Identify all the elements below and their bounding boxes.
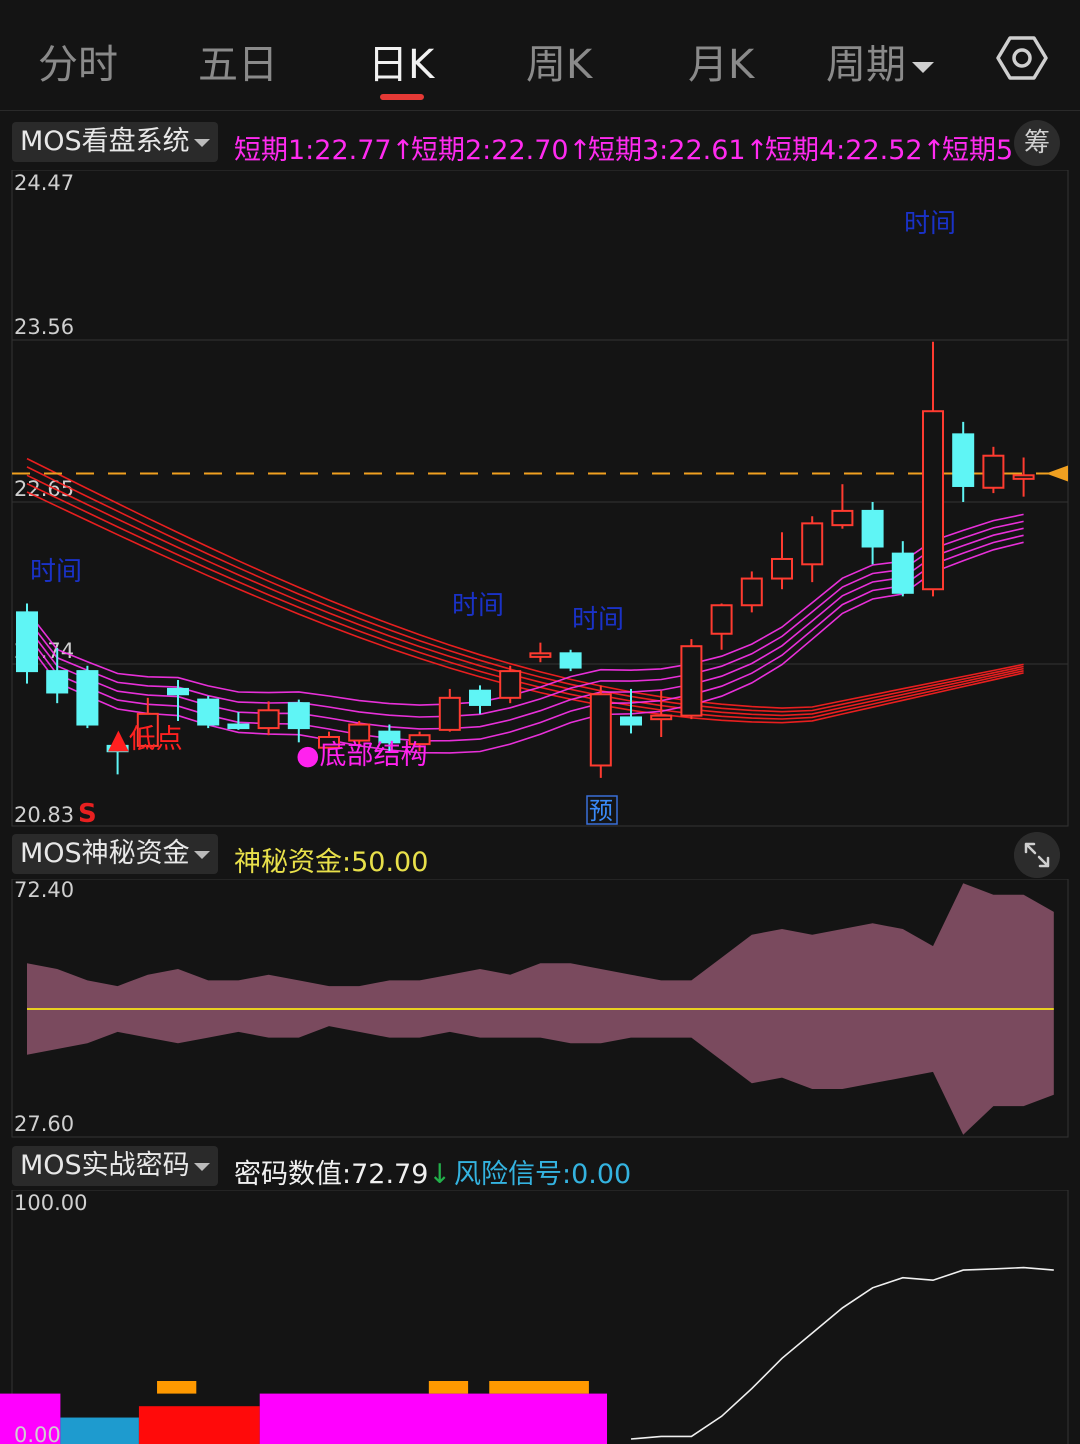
long-ma-line <box>26 466 1024 713</box>
expand-arrows-icon[interactable] <box>1014 832 1060 878</box>
y-tick-label: 20.83 <box>14 803 74 827</box>
main-panel-header: MOS看盘系统 短期1:22.77↑ 短期2:22.70↑ 短期3:22.61↑… <box>0 118 1080 166</box>
candle-body <box>46 670 69 694</box>
candle-body <box>982 454 1005 489</box>
bottom-structure-label: ●底部结构 <box>296 740 428 771</box>
candle-body <box>227 723 250 730</box>
code-bar <box>428 1381 469 1394</box>
current-price-marker-icon <box>1046 465 1068 482</box>
risk-signal-legend: 风险信号:0.00 <box>454 1159 632 1190</box>
tab-monthly-k[interactable]: 月K <box>688 32 754 90</box>
candle-body <box>348 723 371 742</box>
candle-body <box>589 693 612 767</box>
fund-indicator-dropdown[interactable]: MOS神秘资金 <box>12 834 218 874</box>
fund-area-chart[interactable]: 72.40 27.60 <box>0 879 1080 1139</box>
code-bar <box>138 1406 260 1444</box>
candle-body <box>680 645 703 717</box>
period-tabs: 分时 五日 日K 周K 月K 周期 <box>0 0 1080 111</box>
candle-body <box>499 670 522 699</box>
candle-body <box>438 696 461 731</box>
candle-body <box>529 652 552 658</box>
legend-short-4: 短期4:22.52↑ <box>765 135 946 166</box>
code-bar <box>259 1393 608 1444</box>
y-tick-label: 72.40 <box>14 879 74 902</box>
chip-distribution-button[interactable]: 筹 <box>1014 120 1060 166</box>
candle-body <box>559 652 582 669</box>
candle-body <box>891 552 914 594</box>
code-bar <box>489 1381 589 1394</box>
legend-short-1: 短期1:22.77↑ <box>234 135 415 166</box>
chevron-down-icon <box>193 850 210 859</box>
active-tab-indicator <box>380 94 424 100</box>
arrow-down-icon: ↓ <box>428 1159 452 1190</box>
code-bar <box>157 1381 197 1394</box>
y-tick-label: 0.00 <box>14 1423 61 1444</box>
time-label: 时间 <box>904 209 956 239</box>
y-tick-label: 23.56 <box>14 315 74 339</box>
y-tick-label: 100.00 <box>14 1191 87 1215</box>
candle-body <box>16 611 38 673</box>
low-point-label: ▲低点 <box>108 724 183 755</box>
fund-indicator-label: MOS神秘资金 <box>20 838 190 869</box>
candle-body <box>740 577 763 607</box>
y-tick-label: 24.47 <box>14 171 74 195</box>
chevron-down-icon <box>912 61 934 73</box>
candle-body <box>801 522 824 566</box>
candlestick-chart[interactable]: 24.4723.5622.6521.7420.83▲低点●底部结构时间时间 时间时… <box>0 170 1080 828</box>
candle-body <box>287 702 310 730</box>
candle-body <box>952 433 975 487</box>
fund-panel-header: MOS神秘资金 神秘资金:50.00 <box>0 830 1080 878</box>
tab-five-day[interactable]: 五日 <box>198 32 278 90</box>
candle-body <box>469 689 491 706</box>
candle-body <box>650 714 673 721</box>
candle-body <box>620 716 642 726</box>
tab-intraday[interactable]: 分时 <box>38 32 118 90</box>
sell-signal-label: S <box>78 799 97 828</box>
code-value-legend: 密码数值:72.79↓ <box>234 1152 451 1191</box>
legend-short-3: 短期3:22.61↑ <box>588 135 769 166</box>
short-ma-line <box>26 520 1024 718</box>
gear-hexagon-icon[interactable] <box>996 34 1048 82</box>
candle-body <box>1012 474 1035 480</box>
main-indicator-label: MOS看盘系统 <box>20 126 190 157</box>
time-label: 时间 <box>572 605 624 635</box>
main-indicator-dropdown[interactable]: MOS看盘系统 <box>12 122 218 162</box>
candle-body <box>710 604 733 635</box>
time-label: 时间 <box>452 591 504 621</box>
legend-short-2: 短期2:22.70↑ <box>411 135 592 166</box>
code-indicator-label: MOS实战密码 <box>20 1150 190 1181</box>
tab-period-dropdown[interactable]: 周期 <box>826 32 934 90</box>
candle-body <box>922 410 944 591</box>
code-bar <box>60 1417 139 1444</box>
prediction-label: 预 <box>589 797 613 825</box>
code-indicator-dropdown[interactable]: MOS实战密码 <box>12 1146 218 1186</box>
candle-body <box>197 698 220 726</box>
tab-weekly-k[interactable]: 周K <box>526 32 592 90</box>
code-value-label: 密码数值:72.79 <box>234 1159 429 1190</box>
fund-legend: 神秘资金:50.00 <box>234 847 429 878</box>
y-tick-label: 27.60 <box>14 1112 74 1136</box>
time-label: 时间 <box>30 557 82 587</box>
code-panel-header: MOS实战密码 密码数值:72.79↓ 风险信号:0.00 <box>0 1142 1080 1190</box>
long-ma-line <box>26 457 1024 709</box>
chevron-down-icon <box>193 138 210 147</box>
candle-body <box>831 509 854 527</box>
y-tick-label: 22.65 <box>14 477 74 501</box>
tab-period-label: 周期 <box>826 42 906 88</box>
short-ma-line <box>26 527 1024 730</box>
candle-body <box>76 670 99 726</box>
tab-daily-k[interactable]: 日K <box>368 32 434 90</box>
code-bar-line-chart[interactable]: 100.00 0.00 <box>0 1190 1080 1444</box>
short-ma-line <box>26 534 1024 742</box>
legend-short-5: 短期5 <box>942 135 1014 166</box>
chevron-down-icon <box>193 1162 210 1171</box>
candle-body <box>257 709 280 730</box>
code-value-line <box>630 1266 1054 1440</box>
candle-body <box>167 687 189 696</box>
candle-body <box>771 557 793 580</box>
candle-body <box>861 509 884 548</box>
